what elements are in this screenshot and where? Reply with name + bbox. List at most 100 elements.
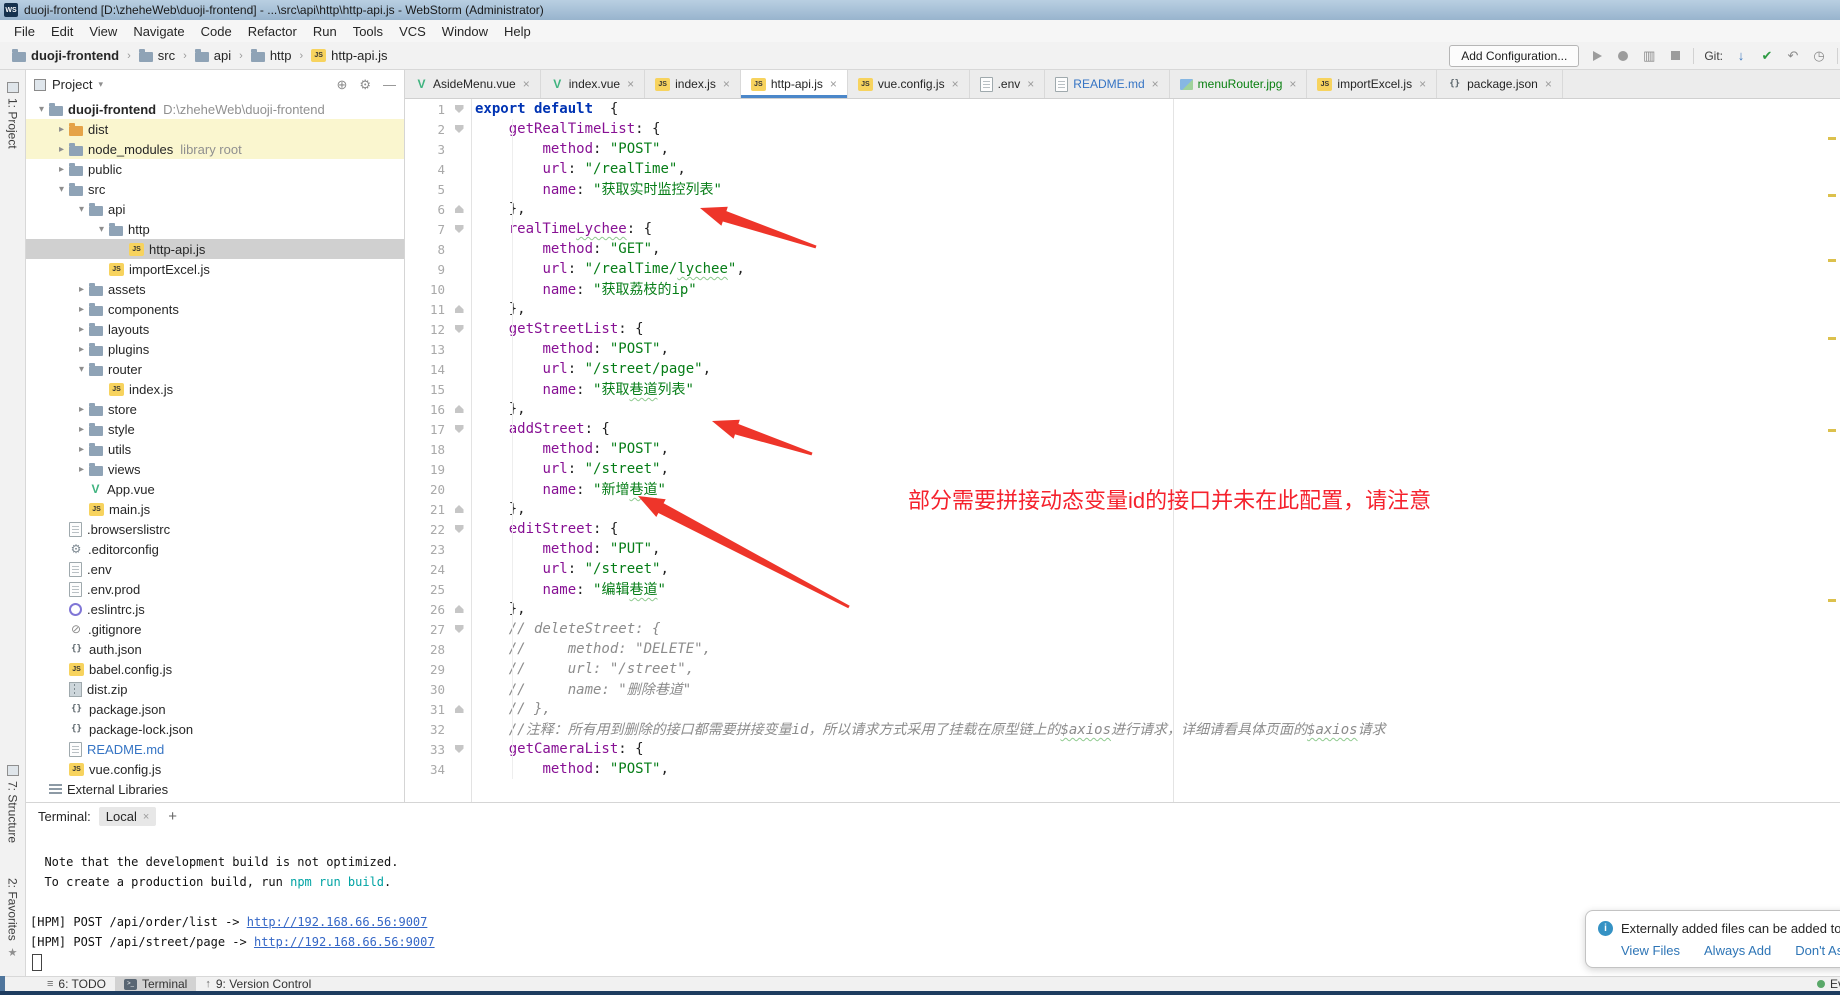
tree-item[interactable]: ▸store	[26, 399, 404, 419]
tab-index.vue[interactable]: Vindex.vue×	[541, 70, 645, 98]
tree-item[interactable]: README.md	[26, 739, 404, 759]
git-update-icon[interactable]: ↓	[1733, 48, 1749, 64]
chevron-icon[interactable]: ▸	[74, 464, 89, 475]
terminal-cursor[interactable]	[32, 954, 42, 971]
tree-item[interactable]: JSimportExcel.js	[26, 259, 404, 279]
tree-item[interactable]: ▸views	[26, 459, 404, 479]
breadcrumb-item[interactable]: duoji-frontend	[10, 47, 121, 64]
chevron-icon[interactable]: ▾	[74, 204, 89, 215]
fold-icon[interactable]	[455, 105, 464, 113]
terminal-link[interactable]: http://192.168.66.56:9007	[247, 915, 428, 929]
chevron-icon[interactable]: ▸	[74, 344, 89, 355]
settings-icon[interactable]: ⚙	[359, 77, 371, 93]
new-terminal-button[interactable]: +	[168, 808, 177, 825]
menu-item-file[interactable]: File	[6, 22, 43, 41]
structure-tool-button[interactable]: 7: Structure	[0, 765, 25, 843]
tree-item[interactable]: ▸dist	[26, 119, 404, 139]
tree-item[interactable]: {}package-lock.json	[26, 719, 404, 739]
tree-item[interactable]: {}auth.json	[26, 639, 404, 659]
chevron-icon[interactable]: ▸	[74, 304, 89, 315]
chevron-icon[interactable]: ▸	[74, 424, 89, 435]
fold-icon[interactable]	[455, 505, 464, 513]
tree-item[interactable]: ⚙.editorconfig	[26, 539, 404, 559]
breadcrumb-item[interactable]: api	[193, 47, 233, 64]
tree-item[interactable]: JSbabel.config.js	[26, 659, 404, 679]
close-icon[interactable]: ×	[1027, 77, 1034, 91]
tree-item[interactable]: ▸style	[26, 419, 404, 439]
locate-file-icon[interactable]: ⊕	[336, 77, 347, 93]
close-icon[interactable]: ×	[143, 811, 149, 823]
fold-icon[interactable]	[455, 745, 464, 753]
git-revert-icon[interactable]: ↶	[1785, 48, 1801, 64]
debug-icon[interactable]	[1615, 48, 1631, 64]
terminal-link[interactable]: http://192.168.66.56:9007	[254, 935, 435, 949]
tree-item[interactable]: VApp.vue	[26, 479, 404, 499]
fold-icon[interactable]	[455, 405, 464, 413]
project-tool-button[interactable]: 1: Project	[0, 82, 25, 149]
tree-item[interactable]: ▾router	[26, 359, 404, 379]
tab-menuRouter.jpg[interactable]: menuRouter.jpg×	[1170, 70, 1308, 98]
status-item-6-todo[interactable]: ≡6: TODO	[38, 977, 115, 991]
fold-icon[interactable]	[455, 625, 464, 633]
chevron-icon[interactable]: ▸	[74, 324, 89, 335]
tree-item[interactable]: ▸utils	[26, 439, 404, 459]
tab-README.md[interactable]: README.md×	[1045, 70, 1169, 98]
menu-item-vcs[interactable]: VCS	[391, 22, 434, 41]
menu-item-edit[interactable]: Edit	[43, 22, 81, 41]
close-icon[interactable]: ×	[627, 77, 634, 91]
dont-ask-again-link[interactable]: Don't Ask Agai	[1795, 943, 1840, 958]
tree-item[interactable]: {}package.json	[26, 699, 404, 719]
always-add-link[interactable]: Always Add	[1704, 943, 1771, 958]
run-icon[interactable]	[1589, 48, 1605, 64]
close-icon[interactable]: ×	[830, 77, 837, 91]
stop-icon[interactable]	[1667, 48, 1683, 64]
close-icon[interactable]: ×	[1152, 77, 1159, 91]
close-icon[interactable]: ×	[952, 77, 959, 91]
tree-item[interactable]: ▸plugins	[26, 339, 404, 359]
tree-item[interactable]: ▾duoji-frontendD:\zheheWeb\duoji-fronten…	[26, 99, 404, 119]
breadcrumb-item[interactable]: JShttp-api.js	[309, 47, 389, 64]
fold-icon[interactable]	[455, 525, 464, 533]
tab-.env[interactable]: .env×	[970, 70, 1046, 98]
menu-item-code[interactable]: Code	[193, 22, 240, 41]
terminal-tab-local[interactable]: Local ×	[99, 807, 157, 826]
tab-importExcel.js[interactable]: JSimportExcel.js×	[1307, 70, 1437, 98]
chevron-icon[interactable]: ▸	[74, 284, 89, 295]
tab-index.js[interactable]: JSindex.js×	[645, 70, 741, 98]
tab-vue.config.js[interactable]: JSvue.config.js×	[848, 70, 970, 98]
tree-item[interactable]: .env	[26, 559, 404, 579]
fold-icon[interactable]	[455, 205, 464, 213]
tree-item[interactable]: ⊘.gitignore	[26, 619, 404, 639]
chevron-icon[interactable]: ▾	[94, 224, 109, 235]
view-files-link[interactable]: View Files	[1621, 943, 1680, 958]
chevron-icon[interactable]: ▸	[54, 144, 69, 155]
fold-icon[interactable]	[455, 325, 464, 333]
tree-item[interactable]: .eslintrc.js	[26, 599, 404, 619]
tree-item[interactable]: ▸public	[26, 159, 404, 179]
close-icon[interactable]: ×	[523, 77, 530, 91]
tab-package.json[interactable]: {}package.json×	[1437, 70, 1563, 98]
chevron-icon[interactable]: ▾	[34, 104, 49, 115]
tree-item[interactable]: dist.zip	[26, 679, 404, 699]
tree-item[interactable]: JSvue.config.js	[26, 759, 404, 779]
tree-item[interactable]: JShttp-api.js	[26, 239, 404, 259]
tree-item[interactable]: JSindex.js	[26, 379, 404, 399]
close-icon[interactable]: ×	[1289, 77, 1296, 91]
code-editor[interactable]: 1export default {2 getRealTimeList: {3 m…	[405, 99, 1840, 802]
tree-item[interactable]: ▸assets	[26, 279, 404, 299]
tree-item[interactable]: .env.prod	[26, 579, 404, 599]
fold-icon[interactable]	[455, 225, 464, 233]
tree-item[interactable]: JSmain.js	[26, 499, 404, 519]
chevron-icon[interactable]: ▾	[54, 184, 69, 195]
menu-item-view[interactable]: View	[81, 22, 125, 41]
menu-item-help[interactable]: Help	[496, 22, 539, 41]
chevron-icon[interactable]: ▸	[54, 164, 69, 175]
fold-icon[interactable]	[455, 425, 464, 433]
status-item-terminal[interactable]: >_Terminal	[115, 977, 196, 991]
close-icon[interactable]: ×	[723, 77, 730, 91]
tree-item[interactable]: ▸layouts	[26, 319, 404, 339]
tree-item[interactable]: ▾src	[26, 179, 404, 199]
tree-item[interactable]: ▾http	[26, 219, 404, 239]
close-icon[interactable]: ×	[1419, 77, 1426, 91]
hide-panel-icon[interactable]: ―	[383, 77, 396, 93]
